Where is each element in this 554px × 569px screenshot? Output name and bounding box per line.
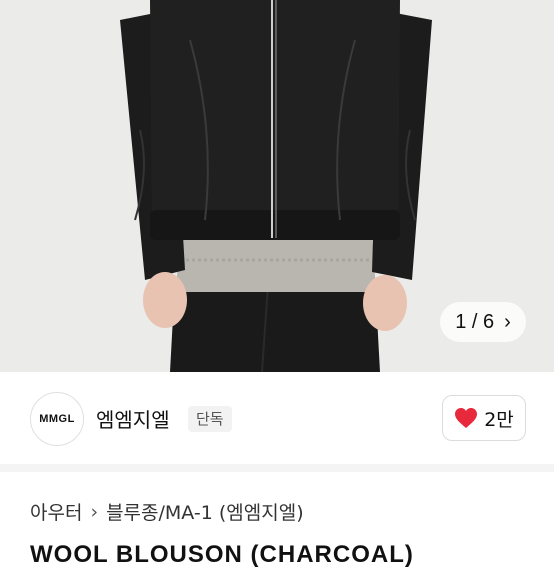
heart-icon <box>455 408 478 428</box>
breadcrumb-subcategory[interactable]: 블루종/MA-1 (엠엠지엘) <box>106 498 304 525</box>
brand-logo[interactable]: MMGL <box>30 392 84 446</box>
like-button[interactable]: 2만 <box>442 395 526 441</box>
chevron-right-icon[interactable]: › <box>504 311 511 334</box>
image-pager[interactable]: 1 / 6 › <box>440 302 526 342</box>
brand-row: MMGL 엠엠지엘 단독 2만 <box>0 372 554 464</box>
brand-name[interactable]: 엠엠지엘 <box>96 404 170 433</box>
product-title: WOOL BLOUSON (CHARCOAL) <box>30 541 414 568</box>
section-divider <box>0 464 554 472</box>
chevron-right-icon: › <box>90 500 99 523</box>
like-count: 2만 <box>484 408 514 431</box>
breadcrumb: 아우터 › 블루종/MA-1 (엠엠지엘) <box>30 498 304 525</box>
product-image-gallery[interactable]: 1 / 6 › <box>0 0 554 372</box>
brand-logo-text: MMGL <box>39 413 75 425</box>
image-counter: 1 / 6 <box>455 310 495 333</box>
exclusive-badge: 단독 <box>188 406 232 432</box>
breadcrumb-category[interactable]: 아우터 <box>30 498 82 525</box>
